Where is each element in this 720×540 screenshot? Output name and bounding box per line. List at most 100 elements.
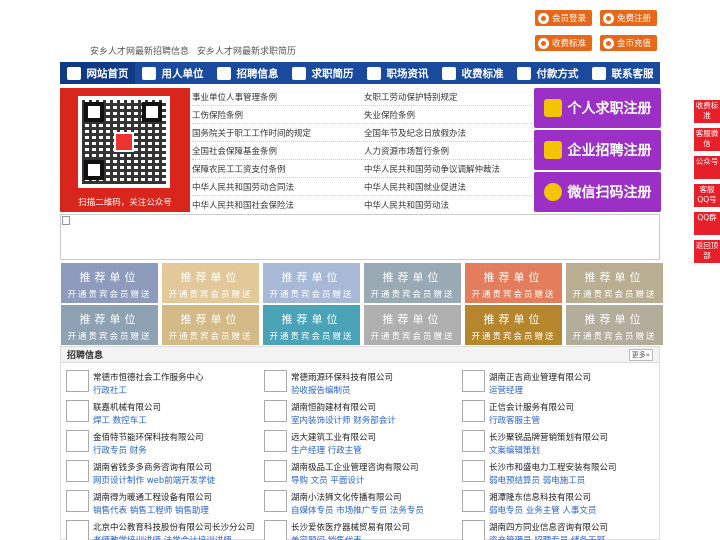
side-tab[interactable]: QQ群	[694, 212, 720, 235]
company-name[interactable]: 湖南小法狮文化传播有限公司	[291, 491, 402, 503]
company-name[interactable]: 常德市恒德社会工作服务中心	[93, 371, 204, 383]
company-name[interactable]: 湘潭隆东信息科技有限公司	[489, 491, 591, 503]
recharge-button[interactable]: 金币充值	[600, 35, 658, 51]
job-positions[interactable]: 行政专员 财务	[93, 444, 147, 456]
law-link[interactable]: 事业单位人事管理条例	[192, 91, 277, 103]
nav-fees[interactable]: 收费标准	[435, 62, 510, 84]
job-positions[interactable]: 弱电预结算员 弱电施工员	[489, 474, 585, 486]
nav-resumes[interactable]: 求职简历	[285, 62, 360, 84]
job-positions[interactable]: 资产管理员 招聘专员 储备干部	[489, 534, 605, 540]
law-link[interactable]: 中华人民共和国劳动争议调解仲裁法	[364, 163, 500, 175]
recommended-employer-tile[interactable]: 推荐单位 开通贵宾会员赠送	[162, 305, 259, 345]
job-positions[interactable]: 行政社工	[93, 384, 127, 396]
fees-button[interactable]: 收费标准	[535, 35, 593, 51]
company-logo[interactable]	[264, 520, 287, 540]
company-register-button[interactable]: 企业招聘注册	[534, 130, 661, 170]
job-positions[interactable]: 行政客服主管	[489, 414, 540, 426]
company-logo[interactable]	[66, 490, 89, 512]
company-logo[interactable]	[264, 400, 287, 422]
recommended-employer-tile[interactable]: 推荐单位 开通贵宾会员赠送	[465, 305, 562, 345]
recommended-employer-tile[interactable]: 推荐单位 开通贵宾会员赠送	[566, 263, 663, 303]
nav-news[interactable]: 职场资讯	[360, 62, 435, 84]
company-logo[interactable]	[462, 460, 485, 482]
nav-payment[interactable]: 付款方式	[510, 62, 585, 84]
company-logo[interactable]	[462, 430, 485, 452]
company-name[interactable]: 常德雨源环保科技有限公司	[291, 371, 393, 383]
job-positions[interactable]: 运营经理	[489, 384, 523, 396]
company-logo[interactable]	[66, 400, 89, 422]
job-positions[interactable]: 自媒体专员 市场推广专员 法务专员	[291, 504, 424, 516]
law-link[interactable]: 女职工劳动保护特别规定	[364, 91, 458, 103]
signup-button[interactable]: 免费注册	[600, 10, 658, 26]
resume-register-button[interactable]: 个人求职注册	[534, 88, 661, 128]
company-name[interactable]: 北京中公教育科技股份有限公司长沙分公司	[93, 521, 255, 533]
job-positions[interactable]: 室内装饰设计师 财务部会计	[291, 414, 396, 426]
job-positions[interactable]: 网页设计制作 web前端开发学徒	[93, 474, 215, 486]
company-name[interactable]: 湖南得为暖通工程设备有限公司	[93, 491, 212, 503]
nav-support[interactable]: 联系客服	[585, 62, 660, 84]
company-name[interactable]: 联嘉机械有限公司	[93, 401, 161, 413]
law-link[interactable]: 失业保险条例	[364, 109, 415, 121]
recommended-employer-tile[interactable]: 推荐单位 开通贵宾会员赠送	[61, 263, 158, 303]
job-positions[interactable]: 焊工 数控车工	[93, 414, 147, 426]
side-tab[interactable]: 客服微信	[694, 128, 720, 151]
job-positions[interactable]: 验收报告编制员	[291, 384, 351, 396]
law-link[interactable]: 国务院关于职工工作时间的规定	[192, 127, 311, 139]
company-logo[interactable]	[264, 370, 287, 392]
recommended-employer-tile[interactable]: 推荐单位 开通贵宾会员赠送	[162, 263, 259, 303]
law-link[interactable]: 中华人民共和国社会保险法	[192, 199, 294, 211]
banner-ad[interactable]	[60, 214, 660, 260]
law-link[interactable]: 人力资源市场暂行条例	[364, 145, 449, 157]
more-link[interactable]: 更多»	[628, 348, 653, 361]
company-logo[interactable]	[462, 520, 485, 540]
company-name[interactable]: 金佰特节能环保科技有限公司	[93, 431, 204, 443]
job-positions[interactable]: 导购 文员 平面设计	[291, 474, 364, 486]
company-logo[interactable]	[462, 370, 485, 392]
nav-employers[interactable]: 用人单位	[135, 62, 210, 84]
recommended-employer-tile[interactable]: 推荐单位 开通贵宾会员赠送	[465, 263, 562, 303]
law-link[interactable]: 保障农民工工资支付条例	[192, 163, 286, 175]
law-link[interactable]: 全国年节及纪念日放假办法	[364, 127, 466, 139]
law-link[interactable]: 中华人民共和国劳动合同法	[192, 181, 294, 193]
company-name[interactable]: 湖南恒韵建材有限公司	[291, 401, 376, 413]
wechat-register-button[interactable]: 微信扫码注册	[534, 172, 661, 212]
job-positions[interactable]: 生产经理 行政主管	[291, 444, 362, 456]
company-logo[interactable]	[66, 430, 89, 452]
side-tab[interactable]: 客服QQ号	[694, 184, 720, 207]
company-name[interactable]: 湖南正吉商业管理有限公司	[489, 371, 591, 383]
job-positions[interactable]: 美容顾问 销售代表	[291, 534, 362, 540]
latest-resumes-link[interactable]: 安乡人才网最新求职简历	[197, 44, 296, 57]
recommended-employer-tile[interactable]: 推荐单位 开通贵宾会员赠送	[364, 263, 461, 303]
company-logo[interactable]	[462, 490, 485, 512]
company-logo[interactable]	[264, 430, 287, 452]
recommended-employer-tile[interactable]: 推荐单位 开通贵宾会员赠送	[263, 263, 360, 303]
job-positions[interactable]: 弱电专员 业务主管 人事文员	[489, 504, 596, 516]
company-logo[interactable]	[66, 370, 89, 392]
law-link[interactable]: 全国社会保障基金条例	[192, 145, 277, 157]
side-tab[interactable]: 公众号	[694, 156, 720, 179]
company-name[interactable]: 正信会计服务有限公司	[489, 401, 574, 413]
job-positions[interactable]: 销售代表 销售工程师 销售助理	[93, 504, 209, 516]
company-name[interactable]: 长沙聚锐品牌营销策划有限公司	[489, 431, 608, 443]
company-name[interactable]: 湖南省钱多多商务咨询有限公司	[93, 461, 212, 473]
recommended-employer-tile[interactable]: 推荐单位 开通贵宾会员赠送	[263, 305, 360, 345]
login-button[interactable]: 会员登录	[535, 10, 593, 26]
company-logo[interactable]	[66, 460, 89, 482]
law-link[interactable]: 中华人民共和国劳动法	[364, 199, 449, 211]
company-name[interactable]: 湖南四方同业信息咨询有限公司	[489, 521, 608, 533]
job-positions[interactable]: 文案编辑策划	[489, 444, 540, 456]
company-logo[interactable]	[66, 520, 89, 540]
recommended-employer-tile[interactable]: 推荐单位 开通贵宾会员赠送	[566, 305, 663, 345]
job-positions[interactable]: 老师教学培训讲师 法学会计培训讲师	[93, 534, 232, 540]
nav-jobs[interactable]: 招聘信息	[210, 62, 285, 84]
side-tab[interactable]: 收费标准	[694, 100, 720, 123]
company-name[interactable]: 远大建筑工业有限公司	[291, 431, 376, 443]
side-tab[interactable]: 返回顶部	[694, 240, 720, 263]
company-name[interactable]: 湖南极品工企业管理咨询有限公司	[291, 461, 419, 473]
company-logo[interactable]	[264, 490, 287, 512]
nav-home[interactable]: 网站首页	[60, 62, 135, 84]
latest-jobs-link[interactable]: 安乡人才网最新招聘信息	[90, 44, 189, 57]
company-name[interactable]: 长沙爱依医疗器械贸易有限公司	[291, 521, 410, 533]
recommended-employer-tile[interactable]: 推荐单位 开通贵宾会员赠送	[364, 305, 461, 345]
company-logo[interactable]	[462, 400, 485, 422]
